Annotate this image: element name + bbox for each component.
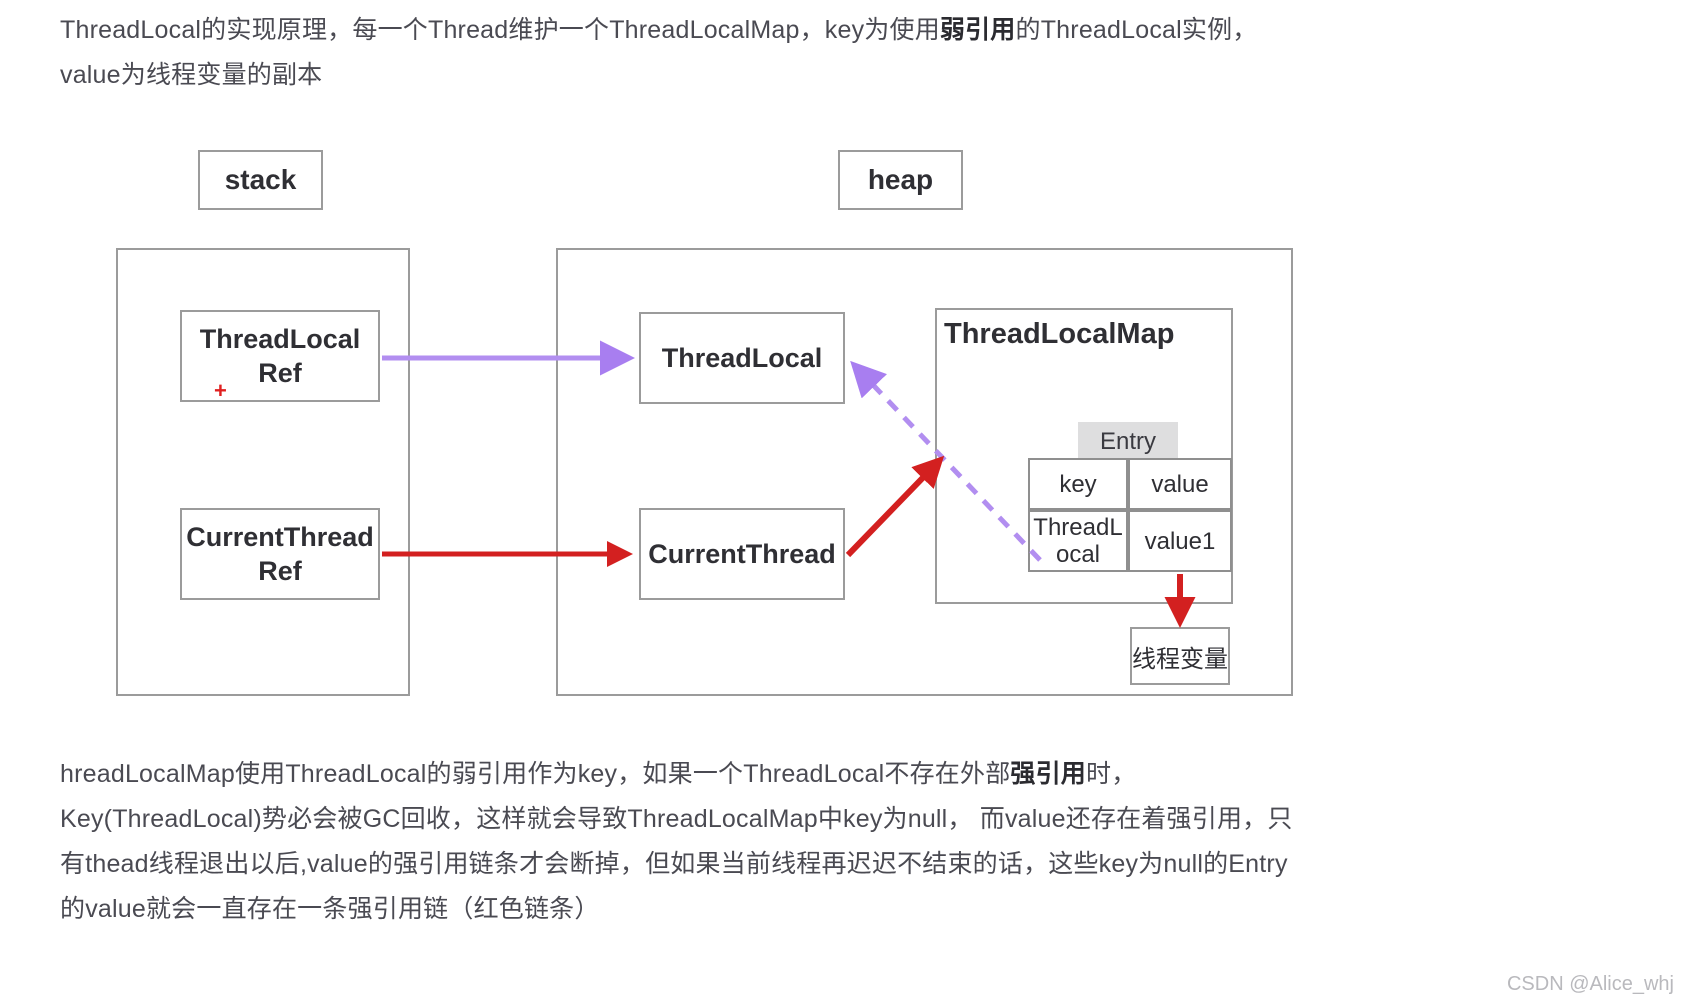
threadlocal-ref-line-1: ThreadLocal (199, 324, 361, 354)
bottom-paragraph-emphasis-strong-reference: 强引用 (1010, 760, 1087, 788)
top-paragraph-line-2: value为线程变量的副本 (60, 61, 323, 89)
currentthread-object-box: CurrentThread (639, 508, 845, 600)
plus-marker-icon: + (214, 378, 227, 403)
top-paragraph-line-1: ThreadLocal的实现原理，每一个Thread维护一个ThreadLoca… (60, 8, 1258, 53)
thread-variable-label: 线程变量 (1132, 645, 1228, 673)
stack-label-box: stack (198, 150, 323, 210)
bottom-paragraph-line1-part1: hreadLocalMap使用ThreadLocal的弱引用作为key，如果一个… (60, 760, 1011, 788)
entry-table-header-key: key (1028, 458, 1128, 510)
currentthread-object-label: CurrentThread (648, 538, 836, 569)
currentthread-ref-line-1: CurrentThread (186, 522, 374, 552)
stack-label-text: stack (224, 164, 297, 195)
entry-table-header-value: value (1128, 458, 1232, 510)
bottom-paragraph-line-3: 有thead线程退出以后,value的强引用链条才会断掉，但如果当前线程再迟迟不… (60, 850, 1288, 878)
heap-label-text: heap (867, 164, 934, 195)
currentthread-ref-box: CurrentThread Ref (180, 508, 380, 600)
bottom-paragraph-line-2: Key(ThreadLocal)势必会被GC回收，这样就会导致ThreadLoc… (60, 805, 1293, 833)
currentthread-ref-line-2: Ref (258, 556, 302, 586)
bottom-paragraph-line-1: hreadLocalMap使用ThreadLocal的弱引用作为key，如果一个… (60, 752, 1293, 797)
entry-key-cell-line-1: ThreadL (1033, 514, 1123, 541)
threadlocal-object-box: ThreadLocal (639, 312, 845, 404)
top-paragraph-emphasis-weak-reference: 弱引用 (939, 16, 1016, 44)
threadlocal-ref-box: ThreadLocal Ref (180, 310, 380, 402)
entry-table-cell-value: value1 (1128, 510, 1232, 572)
heap-label-box: heap (838, 150, 963, 210)
top-paragraph-line1-part1: ThreadLocal的实现原理，每一个Thread维护一个ThreadLoca… (60, 16, 940, 44)
threadlocal-architecture-diagram: stack heap ThreadLocal Ref + CurrentThre… (0, 130, 1450, 730)
bottom-paragraph-line-4: 的value就会一直存在一条强引用链（红色链条） (60, 895, 600, 923)
threadlocal-object-label: ThreadLocal (661, 342, 823, 373)
bottom-description-paragraph: hreadLocalMap使用ThreadLocal的弱引用作为key，如果一个… (60, 752, 1293, 932)
top-description-paragraph: ThreadLocal的实现原理，每一个Thread维护一个ThreadLoca… (60, 8, 1258, 98)
entry-key-cell-line-2: ocal (1055, 541, 1100, 568)
threadlocalmap-title: ThreadLocalMap (944, 318, 1175, 350)
bottom-paragraph-line1-part3: 时， (1086, 760, 1137, 788)
entry-table-cell-key: ThreadL ocal (1028, 510, 1128, 572)
entry-value-cell-label: value1 (1144, 527, 1216, 555)
entry-key-header-label: key (1059, 470, 1097, 498)
csdn-watermark: CSDN @Alice_whj (1506, 973, 1674, 995)
top-paragraph-line1-part3: 的ThreadLocal实例， (1015, 16, 1258, 44)
entry-value-header-label: value (1151, 470, 1209, 498)
entry-header-label: Entry (1099, 428, 1156, 455)
entry-header-tab: Entry (1078, 422, 1178, 462)
thread-variable-box: 线程变量 (1130, 627, 1230, 685)
